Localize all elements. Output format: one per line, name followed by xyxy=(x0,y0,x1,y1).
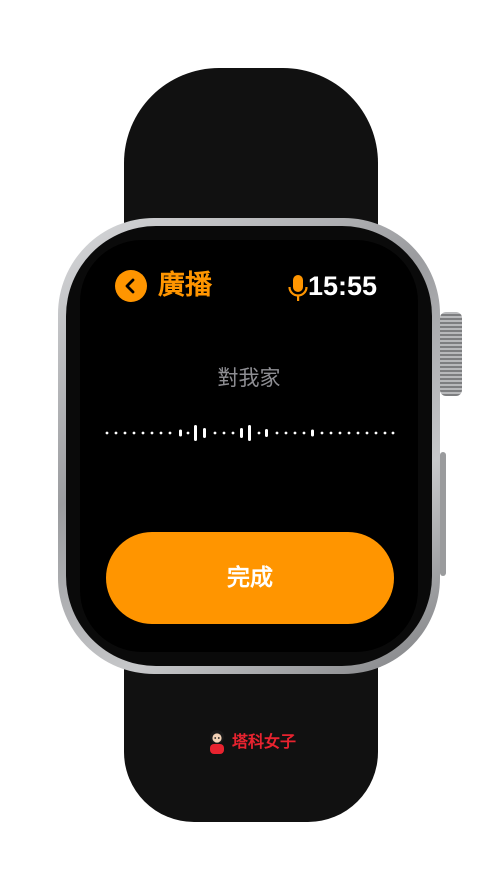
waveform-dot xyxy=(141,431,145,435)
waveform-bar xyxy=(265,429,268,437)
waveform-dot xyxy=(123,431,127,435)
watermark-logo: 塔科女子 xyxy=(206,729,296,755)
waveform-dot xyxy=(114,431,118,435)
waveform-dot xyxy=(213,431,217,435)
waveform-dot xyxy=(347,431,351,435)
waveform-dot xyxy=(284,431,288,435)
waveform-dot xyxy=(383,431,387,435)
waveform-dot xyxy=(356,431,360,435)
waveform-dot xyxy=(222,431,226,435)
digital-crown[interactable] xyxy=(440,312,462,396)
back-button[interactable] xyxy=(115,270,147,302)
transcript-text: 對我家 xyxy=(217,366,281,390)
watch-screen: 廣播 15:55 對我家 完成 xyxy=(80,240,418,652)
waveform-dot xyxy=(257,431,261,435)
audio-waveform xyxy=(105,425,395,441)
waveform-dot xyxy=(150,431,154,435)
status-time: 15:55 xyxy=(308,271,378,301)
waveform-dot xyxy=(231,431,235,435)
waveform-dot xyxy=(275,431,279,435)
mascot-icon xyxy=(210,730,224,754)
waveform-dot xyxy=(302,431,306,435)
waveform-dot xyxy=(338,431,342,435)
waveform-bar xyxy=(194,425,197,441)
watermark-text: 塔科女子 xyxy=(232,732,297,751)
waveform-dot xyxy=(186,431,190,435)
microphone-icon xyxy=(288,275,308,301)
side-button[interactable] xyxy=(440,452,446,576)
done-button[interactable]: 完成 xyxy=(106,532,394,624)
waveform-dot xyxy=(132,431,136,435)
waveform-dot xyxy=(320,431,324,435)
waveform-dot xyxy=(293,431,297,435)
waveform-dot xyxy=(329,431,333,435)
waveform-dot xyxy=(374,431,378,435)
waveform-bar xyxy=(311,429,314,437)
waveform-bar xyxy=(248,425,251,441)
waveform-bar xyxy=(240,428,243,438)
waveform-dot xyxy=(105,431,109,435)
waveform-dot xyxy=(168,431,172,435)
waveform-bar xyxy=(179,429,182,437)
waveform-dot xyxy=(159,431,163,435)
chevron-left-icon xyxy=(125,278,135,294)
waveform-bar xyxy=(203,428,206,438)
waveform-dot xyxy=(391,431,395,435)
page-title[interactable]: 廣播 xyxy=(158,268,212,304)
waveform-dot xyxy=(365,431,369,435)
